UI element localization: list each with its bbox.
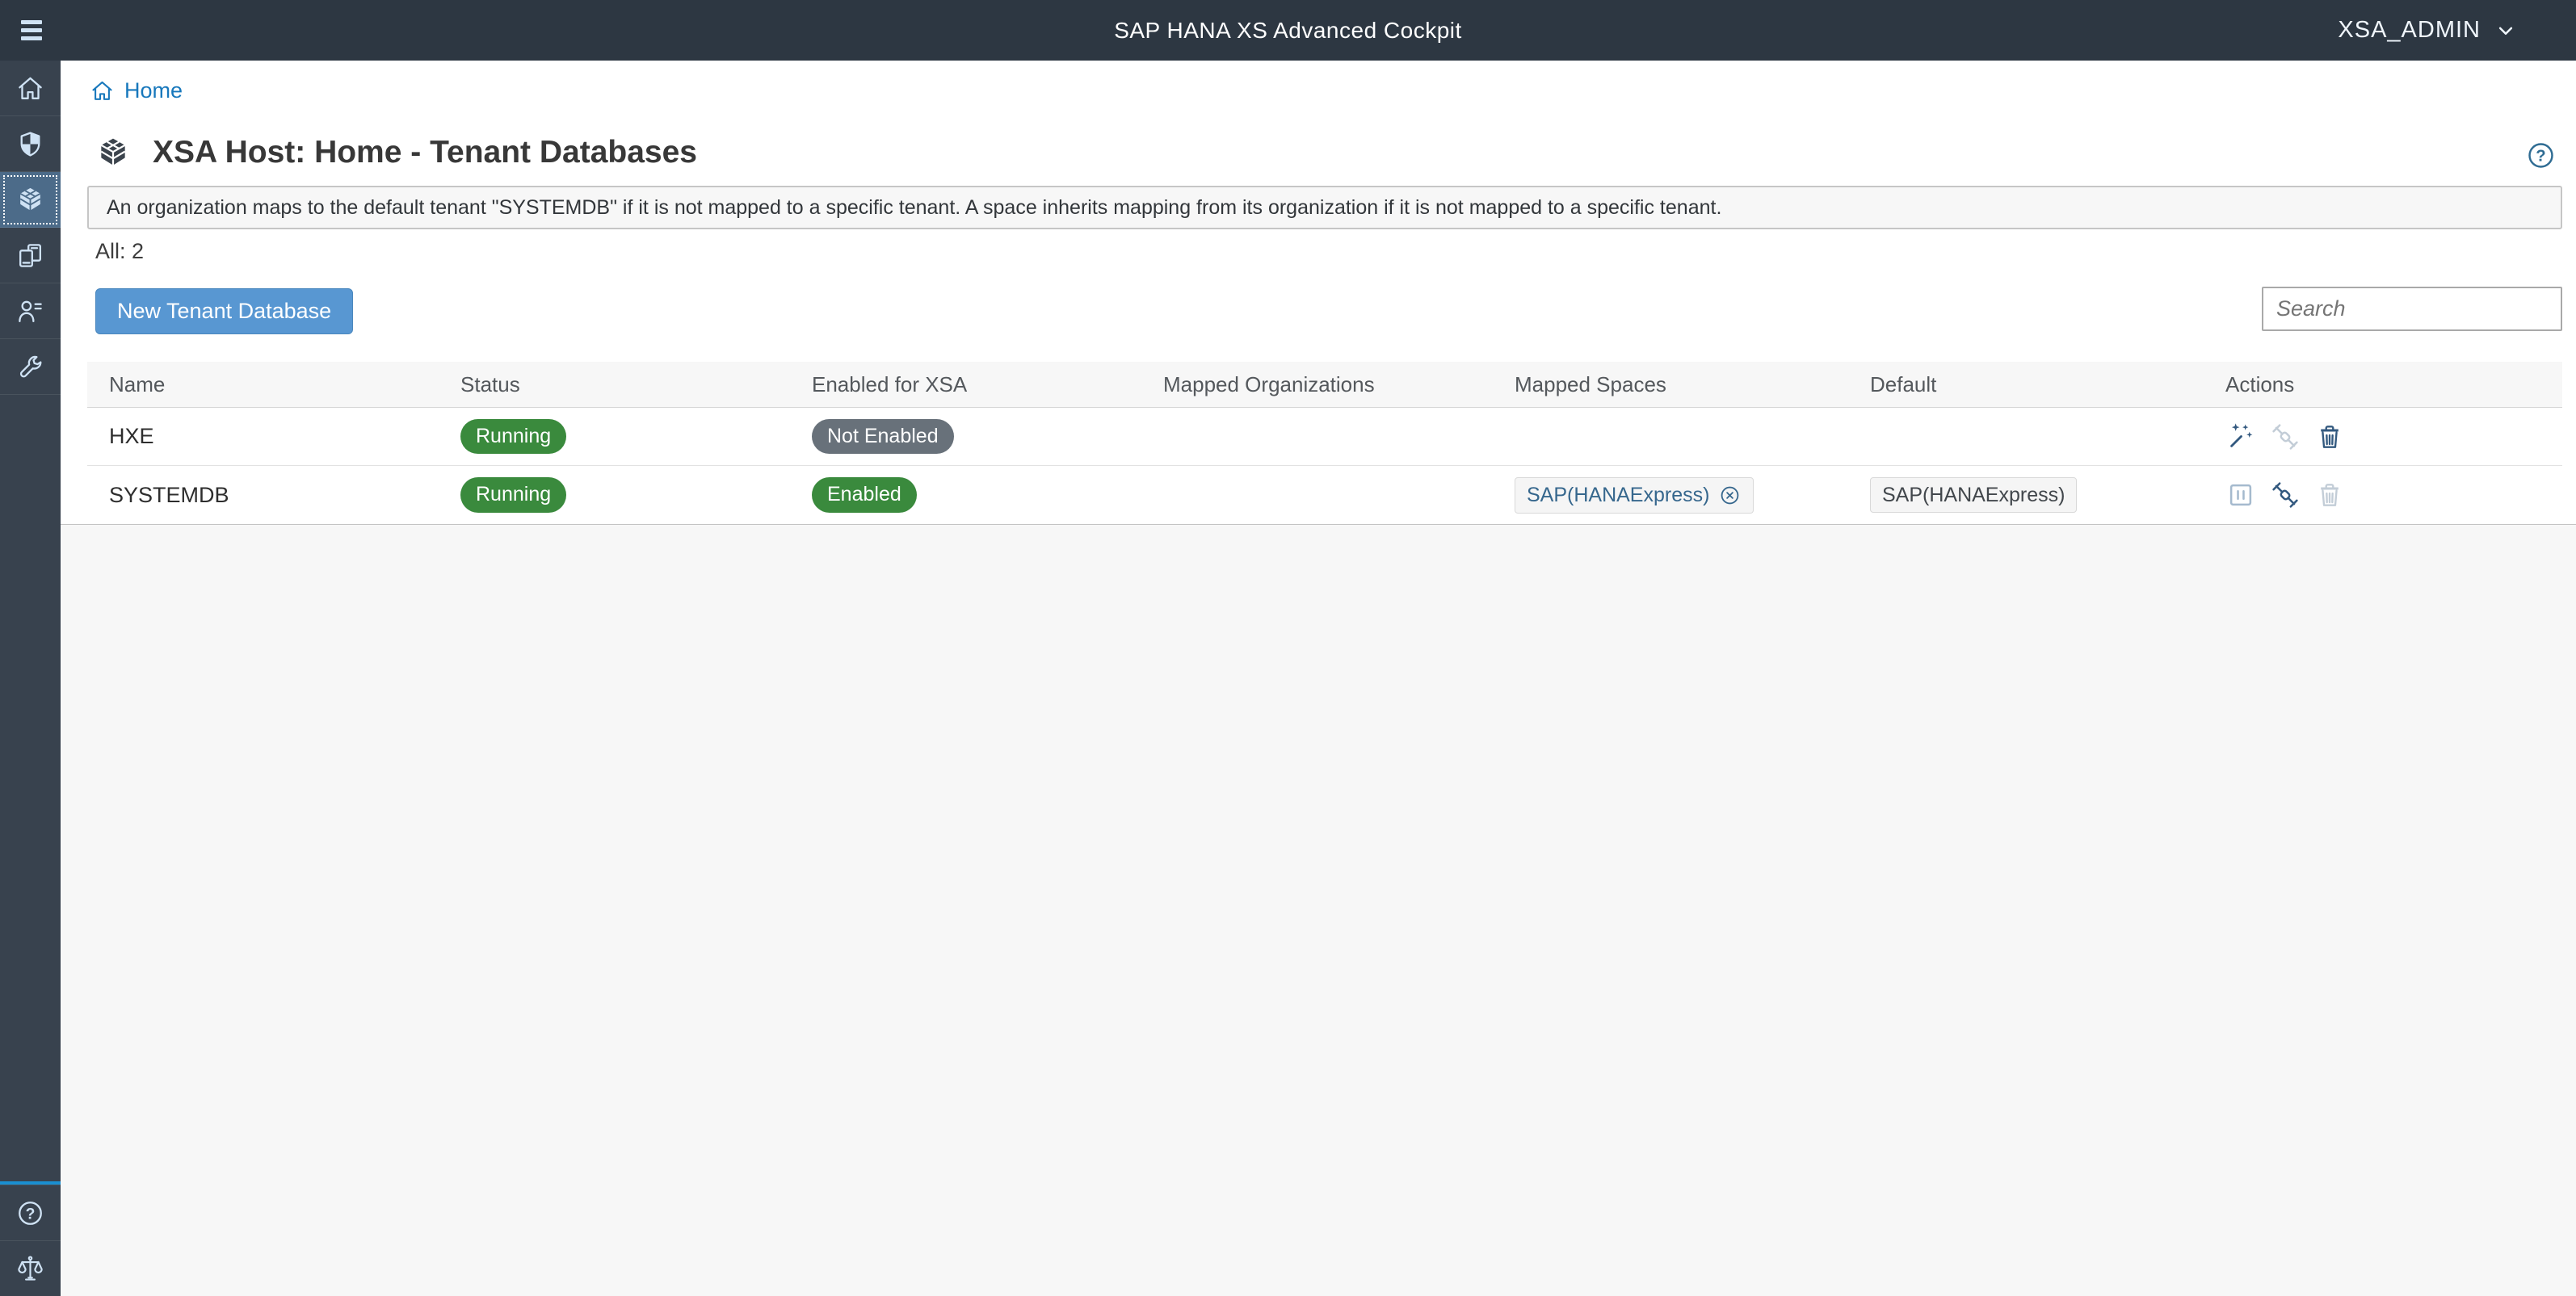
db-name: SYSTEMDB xyxy=(87,483,439,508)
sidebar-item-applications[interactable] xyxy=(0,228,61,283)
sidebar-item-tools[interactable] xyxy=(0,339,61,395)
new-tenant-database-button[interactable]: New Tenant Database xyxy=(95,288,353,334)
help-icon: ? xyxy=(15,1198,45,1228)
status-badge: Running xyxy=(460,419,566,455)
table-row: HXE Running Not Enabled xyxy=(87,408,2562,466)
page-title: XSA Host: Home - Tenant Databases xyxy=(153,135,697,170)
sidebar-item-home[interactable] xyxy=(0,61,61,116)
breadcrumb[interactable]: Home xyxy=(90,78,183,103)
db-name: HXE xyxy=(87,424,439,449)
default-tenant-label: SAP(HANAExpress) xyxy=(1882,484,2065,507)
pause-icon[interactable] xyxy=(2225,480,2256,510)
user-name: XSA_ADMIN xyxy=(2338,17,2481,44)
help-icon[interactable]: ? xyxy=(2525,140,2557,171)
security-shield-icon xyxy=(15,129,45,159)
sidebar-item-user-management[interactable] xyxy=(0,283,61,339)
table-header-row: Name Status Enabled for XSA Mapped Organ… xyxy=(87,362,2562,408)
chevron-down-icon xyxy=(2494,19,2518,43)
user-management-icon xyxy=(15,296,45,326)
sidebar: ? xyxy=(0,61,61,1296)
map-connector-icon[interactable] xyxy=(2270,480,2301,510)
sidebar-item-legal[interactable] xyxy=(0,1240,61,1296)
column-header-mapped-organizations: Mapped Organizations xyxy=(1141,372,1493,397)
trash-icon[interactable] xyxy=(2314,422,2345,452)
legal-scales-icon xyxy=(15,1254,45,1284)
column-header-default: Default xyxy=(1848,372,2204,397)
sidebar-item-tenant-databases[interactable] xyxy=(0,172,61,228)
search-input[interactable] xyxy=(2262,287,2562,331)
table-row: SYSTEMDB Running Enabled SAP(HANAExpress… xyxy=(87,466,2562,524)
empty-area xyxy=(61,524,2576,1296)
mapped-space-chip: SAP(HANAExpress) xyxy=(1515,477,1754,514)
enabled-for-xsa-badge: Not Enabled xyxy=(812,419,954,455)
actions-cell xyxy=(2204,422,2562,452)
column-header-name: Name xyxy=(87,372,439,397)
info-message-text: An organization maps to the default tena… xyxy=(107,196,1721,220)
tools-wrench-icon xyxy=(15,352,45,382)
default-tenant-chip: SAP(HANAExpress) xyxy=(1870,477,2077,514)
column-header-status: Status xyxy=(439,372,790,397)
sidebar-bottom: ? xyxy=(0,1181,61,1296)
content-area: Home XSA Host: Home - Tenant Databases ?… xyxy=(61,61,2576,1296)
actions-cell xyxy=(2204,480,2562,510)
user-menu[interactable]: XSA_ADMIN xyxy=(2338,17,2518,44)
circled-x-icon[interactable] xyxy=(1718,484,1742,507)
cube-icon xyxy=(95,135,131,170)
trash-icon xyxy=(2314,480,2345,510)
sidebar-item-security[interactable] xyxy=(0,116,61,172)
applications-windows-icon xyxy=(15,241,45,271)
record-count: All: 2 xyxy=(95,239,144,264)
sidebar-item-help[interactable]: ? xyxy=(0,1185,61,1240)
home-icon xyxy=(90,78,115,103)
svg-text:?: ? xyxy=(2536,148,2545,166)
column-header-mapped-spaces: Mapped Spaces xyxy=(1493,372,1848,397)
map-connector-icon xyxy=(2270,422,2301,452)
tenant-databases-cube-icon xyxy=(15,185,45,215)
menu-hamburger-icon[interactable] xyxy=(16,15,47,45)
mapped-space-label: SAP(HANAExpress) xyxy=(1527,484,1709,507)
home-icon xyxy=(15,73,45,103)
status-badge: Running xyxy=(460,477,566,513)
enabled-for-xsa-badge: Enabled xyxy=(812,477,917,513)
column-header-enabled-for-xsa: Enabled for XSA xyxy=(790,372,1141,397)
top-bar: SAP HANA XS Advanced Cockpit XSA_ADMIN xyxy=(0,0,2576,61)
page-header: XSA Host: Home - Tenant Databases xyxy=(95,135,697,170)
magic-wand-icon[interactable] xyxy=(2225,422,2256,452)
breadcrumb-home-link[interactable]: Home xyxy=(124,78,183,103)
info-message-bar: An organization maps to the default tena… xyxy=(87,186,2562,229)
tenant-databases-table: Name Status Enabled for XSA Mapped Organ… xyxy=(87,362,2562,524)
app-title: SAP HANA XS Advanced Cockpit xyxy=(1114,18,1462,44)
column-header-actions: Actions xyxy=(2204,372,2562,397)
svg-text:?: ? xyxy=(26,1206,36,1223)
